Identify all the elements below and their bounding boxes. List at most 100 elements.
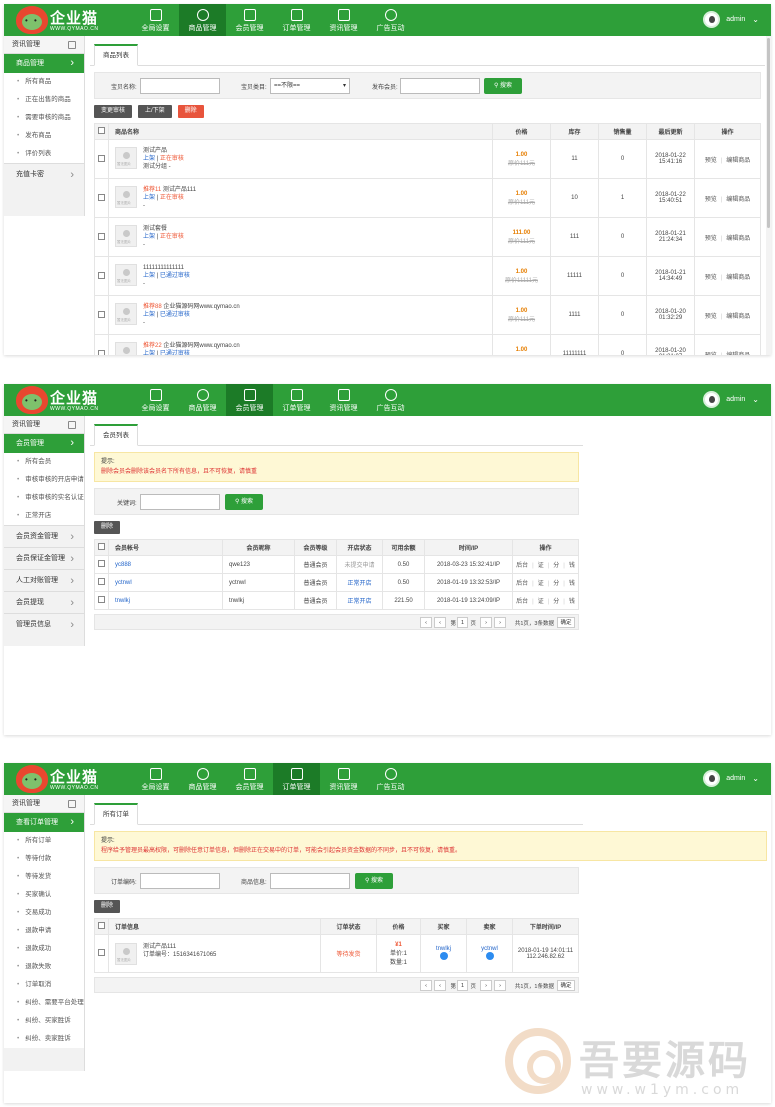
nav-goods[interactable]: 商品管理 (179, 763, 226, 795)
sidebar-item-open-shops[interactable]: 正常开店 (4, 507, 84, 525)
search-button[interactable]: ⚲ 搜索 (225, 494, 263, 510)
select-all-checkbox[interactable] (98, 127, 105, 134)
goods-title[interactable]: 企业猫源码网www.qymao.cn (163, 304, 239, 310)
backend-link[interactable]: 后台 (516, 563, 528, 569)
cert-link[interactable]: 证 (538, 581, 544, 587)
nav-news[interactable]: 资讯管理 (320, 4, 367, 36)
goods-thumbnail[interactable] (115, 225, 137, 247)
row-checkbox[interactable] (98, 271, 105, 279)
nav-global-settings[interactable]: 全局设置 (132, 763, 179, 795)
edit-goods-link[interactable]: 编辑商品 (726, 275, 750, 281)
sidebar-item-all-orders[interactable]: 所有订单 (4, 832, 84, 850)
brand-logo[interactable]: 企业猫 WWW.QYMAO.CN (16, 6, 114, 34)
tab-goods-list[interactable]: 商品列表 (94, 44, 138, 66)
member-input[interactable] (400, 78, 480, 94)
sidebar-item-shop-applications[interactable]: 审核审核的开店申请 (4, 471, 84, 489)
cert-link[interactable]: 证 (538, 563, 544, 569)
sidebar-item-member-deposit[interactable]: 会员保证金管理 (4, 547, 84, 570)
member-account-link[interactable]: yc888 (115, 562, 131, 568)
brand-logo[interactable]: 企业猫 WWW.QYMAO.CN (16, 765, 114, 793)
sidebar-item-deal-done[interactable]: 交易成功 (4, 904, 84, 922)
prev-page-button[interactable]: ‹ (434, 617, 446, 628)
sidebar-item-admin-info[interactable]: 管理员信息 (4, 613, 84, 636)
name-input[interactable] (140, 78, 220, 94)
sidebar-item-wait-pay[interactable]: 等待付款 (4, 850, 84, 868)
share-link[interactable]: 分 (553, 563, 559, 569)
edit-goods-link[interactable]: 编辑商品 (726, 197, 750, 203)
nav-global-settings[interactable]: 全局设置 (132, 384, 179, 416)
sidebar-item-buyer-confirm[interactable]: 买家确认 (4, 886, 84, 904)
goods-thumbnail[interactable] (115, 186, 137, 208)
row-checkbox[interactable] (98, 349, 105, 355)
type-select[interactable]: ==不限== ▾ (270, 78, 350, 94)
sidebar-item-withdrawal[interactable]: 会员提现 (4, 591, 84, 614)
change-review-button[interactable]: 变更审核 (94, 105, 133, 118)
money-link[interactable]: 钱 (569, 563, 575, 569)
sidebar-item-reviews[interactable]: 评价列表 (4, 145, 84, 163)
sidebar-item-need-review[interactable]: 需要审核的商品 (4, 109, 84, 127)
sidebar-item-dispute-platform[interactable]: 纠纷、需要平台处理 (4, 994, 84, 1012)
shelf-status[interactable]: 上架 (143, 312, 155, 318)
user-menu[interactable]: admin ⌄ (703, 11, 759, 28)
row-checkbox[interactable] (98, 949, 105, 956)
tab-member-list[interactable]: 会员列表 (94, 424, 138, 446)
goods-title[interactable]: 测试产品111 (163, 187, 196, 193)
shelf-status[interactable]: 上架 (143, 156, 155, 162)
share-link[interactable]: 分 (553, 599, 559, 605)
sidebar-item-publish[interactable]: 发布商品 (4, 127, 84, 145)
edit-goods-link[interactable]: 编辑商品 (726, 236, 750, 242)
row-checkbox[interactable] (98, 193, 105, 201)
money-link[interactable]: 钱 (569, 581, 575, 587)
tab-all-orders[interactable]: 所有订单 (94, 803, 138, 825)
seller-link[interactable]: yctnwl (467, 946, 512, 952)
next-page-button[interactable]: › (480, 980, 492, 991)
prev-page-button[interactable]: ‹ (434, 980, 446, 991)
sidebar-item-reconciliation[interactable]: 人工对账管理 (4, 569, 84, 592)
goods-thumbnail[interactable] (115, 264, 137, 286)
sidebar-item-refund-fail[interactable]: 退款失败 (4, 958, 84, 976)
sidebar-item-dispute-seller-win[interactable]: 纠纷、卖家胜诉 (4, 1030, 84, 1048)
buyer-link[interactable]: tnwlkj (421, 946, 466, 952)
keyword-input[interactable] (140, 494, 220, 510)
row-checkbox[interactable] (98, 232, 105, 240)
brand-logo[interactable]: 企业猫 WWW.QYMAO.CN (16, 386, 114, 414)
shelf-status[interactable]: 上架 (143, 234, 155, 240)
qq-icon[interactable] (485, 951, 494, 960)
sidebar-header[interactable]: 资讯管理 (4, 795, 84, 813)
share-link[interactable]: 分 (553, 581, 559, 587)
page-input[interactable]: 1 (457, 617, 468, 628)
row-checkbox[interactable] (98, 560, 105, 567)
nav-ads[interactable]: 广告互动 (367, 4, 414, 36)
backend-link[interactable]: 后台 (516, 599, 528, 605)
scrollbar-thumb[interactable] (767, 38, 770, 228)
preview-link[interactable]: 预览 (705, 275, 717, 281)
nav-goods[interactable]: 商品管理 (179, 4, 226, 36)
shelf-status[interactable]: 上架 (143, 273, 155, 279)
nav-orders[interactable]: 订单管理 (273, 763, 320, 795)
nav-orders[interactable]: 订单管理 (273, 4, 320, 36)
page-input[interactable]: 1 (457, 980, 468, 991)
edit-goods-link[interactable]: 编辑商品 (726, 314, 750, 320)
sidebar-item-on-sale[interactable]: 正在出售的商品 (4, 91, 84, 109)
first-page-button[interactable]: ‹ (420, 980, 432, 991)
row-checkbox[interactable] (98, 154, 105, 162)
nav-members[interactable]: 会员管理 (226, 763, 273, 795)
row-checkbox[interactable] (98, 578, 105, 585)
sidebar-header[interactable]: 资讯管理 (4, 36, 84, 54)
row-checkbox[interactable] (98, 310, 105, 318)
shelf-status[interactable]: 上架 (143, 351, 155, 355)
sidebar-item-refund-request[interactable]: 退款申请 (4, 922, 84, 940)
delete-button[interactable]: 删除 (94, 521, 121, 534)
nav-goods[interactable]: 商品管理 (179, 384, 226, 416)
sidebar-item-realname-review[interactable]: 审核审核的实名认证 (4, 489, 84, 507)
nav-ads[interactable]: 广告互动 (367, 763, 414, 795)
goods-title[interactable]: 11111111111111 (143, 265, 184, 271)
delete-button[interactable]: 删除 (94, 900, 121, 913)
goods-title[interactable]: 测试套餐 (143, 226, 167, 232)
sidebar-item-goods[interactable]: 商品管理 (4, 54, 84, 73)
shelf-status[interactable]: 上架 (143, 195, 155, 201)
next-page-button[interactable]: › (480, 617, 492, 628)
toggle-shelf-button[interactable]: 上/下架 (137, 105, 172, 118)
preview-link[interactable]: 预览 (705, 314, 717, 320)
edit-goods-link[interactable]: 编辑商品 (726, 353, 750, 356)
